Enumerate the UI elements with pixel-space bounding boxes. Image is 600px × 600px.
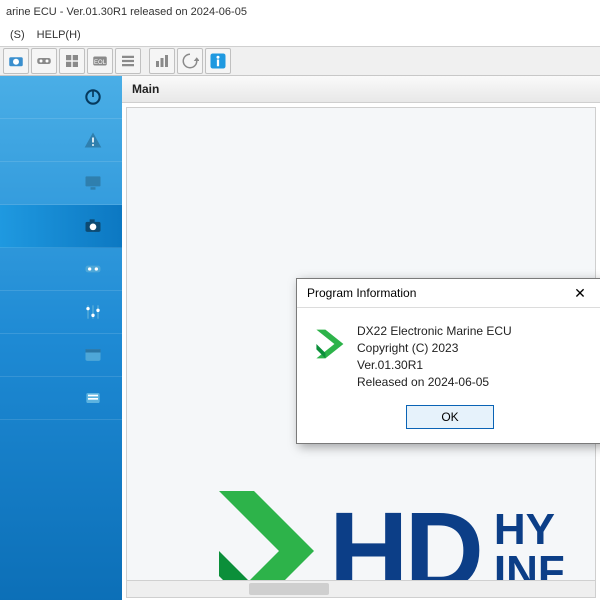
power-icon xyxy=(82,86,104,108)
main-panel: Main HD HY INF Program Inform xyxy=(122,76,600,600)
scrollbar-thumb[interactable] xyxy=(249,583,329,595)
menubar: (S) HELP(H) xyxy=(0,24,600,47)
menu-help[interactable]: HELP(H) xyxy=(31,24,87,46)
tool-eol-button[interactable]: EOL xyxy=(87,48,113,74)
warning-icon xyxy=(82,129,104,151)
tool-list-button[interactable] xyxy=(115,48,141,74)
dialog-app-icon xyxy=(311,326,347,362)
dialog-version: Ver.01.30R1 xyxy=(357,358,512,372)
dialog-released: Released on 2024-06-05 xyxy=(357,375,512,389)
close-icon: ✕ xyxy=(574,285,586,302)
window-title: arine ECU - Ver.01.30R1 released on 2024… xyxy=(6,6,247,18)
tile-icon xyxy=(82,387,104,409)
program-info-dialog: Program Information ✕ DX22 Electronic Ma… xyxy=(296,278,600,444)
panel-icon xyxy=(82,344,104,366)
dialog-titlebar: Program Information ✕ xyxy=(297,279,600,308)
tool-controller-button[interactable] xyxy=(31,48,57,74)
dialog-text: DX22 Electronic Marine ECU Copyright (C)… xyxy=(357,324,512,389)
toolbar: EOL xyxy=(0,47,600,76)
main-panel-title: Main xyxy=(132,82,159,96)
svg-text:EOL: EOL xyxy=(94,60,107,66)
dialog-copyright: Copyright (C) 2023 xyxy=(357,341,512,355)
menu-help-label: HELP(H) xyxy=(37,29,81,41)
tool-info-button[interactable] xyxy=(205,48,231,74)
dialog-ok-button[interactable]: OK xyxy=(406,405,494,429)
camera-icon xyxy=(82,215,104,237)
dialog-ok-label: OK xyxy=(441,410,458,424)
sidebar-item-setting[interactable]: g xyxy=(0,377,122,420)
horizontal-scrollbar[interactable] xyxy=(127,580,595,597)
sidebar-item-power[interactable] xyxy=(0,76,122,119)
dialog-title: Program Information xyxy=(307,286,416,300)
menu-settings-label: (S) xyxy=(10,29,25,41)
sliders-icon xyxy=(82,301,104,323)
monitor-icon xyxy=(82,172,104,194)
sidebar-item-warning[interactable] xyxy=(0,119,122,162)
dialog-close-button[interactable]: ✕ xyxy=(563,282,597,304)
tool-sync-button[interactable] xyxy=(177,48,203,74)
tool-chart-button[interactable] xyxy=(149,48,175,74)
tool-camera-button[interactable] xyxy=(3,48,29,74)
brand-sub-line1: HY xyxy=(494,509,565,551)
sidebar-item-monitoring[interactable]: ng xyxy=(0,162,122,205)
sidebar-item-management[interactable]: ent xyxy=(0,334,122,377)
sidebar: ng er Test ent g xyxy=(0,76,122,600)
dialog-product: DX22 Electronic Marine ECU xyxy=(357,324,512,338)
tool-grid-button[interactable] xyxy=(59,48,85,74)
sidebar-item-controller[interactable] xyxy=(0,248,122,291)
controller-icon xyxy=(82,258,104,280)
window-titlebar: arine ECU - Ver.01.30R1 released on 2024… xyxy=(0,0,600,24)
main-panel-header: Main xyxy=(122,76,600,103)
menu-settings[interactable]: (S) xyxy=(4,24,31,46)
sidebar-item-viewer[interactable]: er xyxy=(0,205,122,248)
sidebar-item-test[interactable]: Test xyxy=(0,291,122,334)
